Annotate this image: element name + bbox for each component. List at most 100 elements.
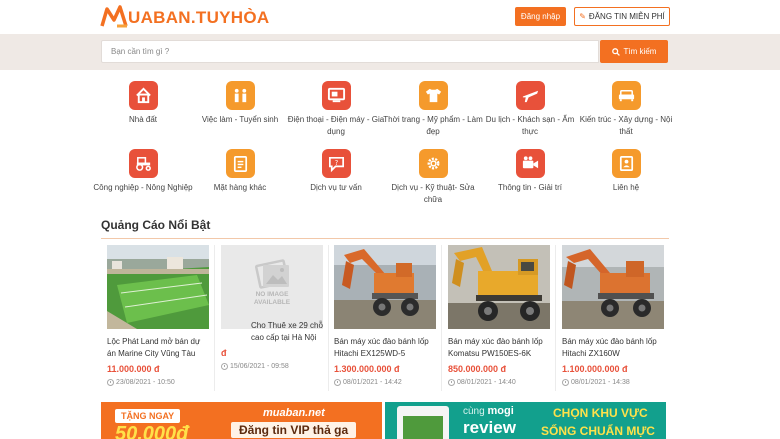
no-image-text: AVAILABLE	[253, 299, 291, 306]
promo-word: review	[463, 418, 516, 437]
search-bar: Tìm kiếm	[0, 34, 780, 70]
category-label: Thời trang - Mỹ phẩm - Làm đẹp	[383, 115, 483, 136]
category-dich-vu-ky-thuat[interactable]: Dịch vụ - Kỹ thuật- Sửa chữa	[383, 149, 483, 206]
listing-image[interactable]: NO IMAGE AVAILABLE	[221, 245, 323, 329]
site-header: UABAN.TUYHÒA Đăng nhập ✎ ĐĂNG TIN MIỄN P…	[0, 0, 780, 34]
listing-image[interactable]	[334, 245, 436, 329]
category-label: Liên hệ	[612, 183, 640, 192]
category-dich-vu-tu-van[interactable]: ? Dịch vụ tư vấn	[286, 149, 386, 194]
search-input[interactable]	[101, 40, 599, 63]
listing-image[interactable]	[448, 245, 550, 329]
clock-icon	[448, 379, 455, 386]
promo-brand: muaban.net	[263, 407, 325, 419]
category-nha-dat[interactable]: Nhà đất	[93, 81, 193, 126]
clock-icon	[221, 363, 228, 370]
svg-text:?: ?	[334, 159, 338, 167]
promo-banner-mogi[interactable]: cùng mogi review CHỌN KHU VỰC SỐNG CHUẨN…	[385, 402, 666, 439]
listing-date-text: 23/08/2021 - 10:50	[116, 379, 175, 386]
listing-price: 1.100.000.000 đ	[562, 364, 628, 374]
listing-date: 23/08/2021 - 10:50	[107, 379, 209, 386]
category-label: Nhà đất	[128, 115, 158, 124]
phone-mockup	[397, 406, 449, 439]
card-divider	[555, 245, 556, 391]
listing-price: 1.300.000.000 đ	[334, 364, 400, 374]
promo-tag: TẶNG NGAY	[115, 409, 181, 423]
clock-icon	[334, 379, 341, 386]
category-lien-he[interactable]: Liên hệ	[576, 149, 676, 194]
category-label: Du lịch - Khách sạn - Ẩm thực	[485, 115, 575, 136]
post-listing-label: ĐĂNG TIN MIỄN PHÍ	[588, 12, 665, 21]
login-button[interactable]: Đăng nhập	[515, 7, 566, 26]
listing-date-text: 08/01/2021 - 14:40	[457, 379, 516, 386]
listing-image[interactable]	[107, 245, 209, 329]
listing-date: 08/01/2021 - 14:38	[562, 379, 664, 386]
listing-date-text: 08/01/2021 - 14:38	[571, 379, 630, 386]
featured-card[interactable]: Bán máy xúc đào bánh lốp Hitachi EX125WD…	[334, 245, 436, 386]
category-dien-thoai[interactable]: Điện thoại - Điện máy - Gia dụng	[286, 81, 386, 138]
listing-date-text: 15/06/2021 - 09:58	[230, 363, 289, 370]
clock-icon	[562, 379, 569, 386]
search-button-label: Tìm kiếm	[623, 47, 657, 56]
category-thong-tin[interactable]: Thông tin - Giải trí	[480, 149, 580, 194]
category-thoi-trang[interactable]: Thời trang - Mỹ phẩm - Làm đẹp	[383, 81, 483, 138]
shirt-icon	[418, 81, 448, 110]
listing-title[interactable]: Bán máy xúc đào bánh lốp Hitachi ZX160W	[562, 336, 664, 360]
featured-card[interactable]: NO IMAGE AVAILABLE Cho Thuê xe 29 chỗ ca…	[221, 245, 323, 370]
promo-amount: 50.000đ	[115, 423, 189, 439]
category-cong-nghiep[interactable]: Công nghiệp - Nông Nghiệp	[93, 149, 193, 194]
promo-headline: Đăng tin VIP thả ga	[231, 422, 357, 438]
search-button[interactable]: Tìm kiếm	[600, 40, 668, 63]
camera-icon	[515, 149, 545, 178]
card-divider	[328, 245, 329, 391]
category-kien-truc[interactable]: Kiến trúc - Xây dựng - Nội thất	[576, 81, 676, 138]
category-mat-hang-khac[interactable]: Mặt hàng khác	[190, 149, 290, 194]
clipboard-icon	[225, 149, 255, 178]
card-divider	[441, 245, 442, 391]
category-label: Việc làm - Tuyển sinh	[201, 115, 279, 124]
listing-price: 850.000.000 đ	[448, 364, 507, 374]
sofa-icon	[611, 81, 641, 110]
category-label: Kiến trúc - Xây dựng - Nội thất	[579, 115, 673, 136]
featured-card[interactable]: Bán máy xúc đào bánh lốp Komatsu PW150ES…	[448, 245, 550, 386]
listing-title[interactable]: Lộc Phát Land mở bán dự án Marine City V…	[107, 336, 209, 360]
category-label: Mặt hàng khác	[213, 183, 267, 192]
category-label: Điện thoại - Điện máy - Gia dụng	[287, 115, 385, 136]
promo-brand: mogi	[487, 405, 514, 417]
no-image-text: NO IMAGE	[255, 291, 289, 298]
category-label: Dịch vụ tư vấn	[310, 183, 362, 192]
contact-icon	[611, 149, 641, 178]
logo-m-icon	[100, 5, 128, 28]
listing-title[interactable]: Bán máy xúc đào bánh lốp Hitachi EX125WD…	[334, 336, 436, 360]
category-label: Dịch vụ - Kỹ thuật- Sửa chữa	[391, 183, 475, 204]
promo-banner-muaban[interactable]: TẶNG NGAY 50.000đ muaban.net Đăng tin VI…	[101, 402, 382, 439]
featured-divider	[101, 238, 669, 239]
category-du-lich[interactable]: Du lịch - Khách sạn - Ẩm thực	[480, 81, 580, 138]
listing-image[interactable]	[562, 245, 664, 329]
listing-price: đ	[221, 348, 227, 358]
category-viec-lam[interactable]: Việc làm - Tuyển sinh	[190, 81, 290, 126]
featured-card[interactable]: Lộc Phát Land mở bán dự án Marine City V…	[107, 245, 209, 386]
people-icon	[225, 81, 255, 110]
gear-icon	[418, 149, 448, 178]
house-icon	[128, 81, 158, 110]
listing-date: 08/01/2021 - 14:40	[448, 379, 550, 386]
card-divider	[214, 245, 215, 391]
listing-price: 11.000.000 đ	[107, 364, 160, 374]
category-label: Công nghiệp - Nông Nghiệp	[93, 183, 193, 192]
tv-icon	[321, 81, 351, 110]
listing-title[interactable]: Bán máy xúc đào bánh lốp Komatsu PW150ES…	[448, 336, 550, 360]
promo-headline-1: CHỌN KHU VỰC	[553, 406, 648, 420]
promo-prefix: cùng mogi	[463, 405, 514, 417]
promo-headline-2: SỐNG CHUẨN MỰC	[541, 424, 655, 438]
pencil-icon: ✎	[579, 12, 586, 21]
site-logo[interactable]: UABAN.TUYHÒA	[100, 5, 269, 29]
post-listing-button[interactable]: ✎ ĐĂNG TIN MIỄN PHÍ	[574, 7, 670, 26]
featured-title: Quảng Cáo Nổi Bật	[101, 218, 211, 232]
featured-card[interactable]: Bán máy xúc đào bánh lốp Hitachi ZX160W …	[562, 245, 664, 386]
listing-date: 15/06/2021 - 09:58	[221, 363, 323, 370]
plane-icon	[515, 81, 545, 110]
listing-date-text: 08/01/2021 - 14:42	[343, 379, 402, 386]
chat-icon: ?	[321, 149, 351, 178]
listing-date: 08/01/2021 - 14:42	[334, 379, 436, 386]
tractor-icon	[128, 149, 158, 178]
